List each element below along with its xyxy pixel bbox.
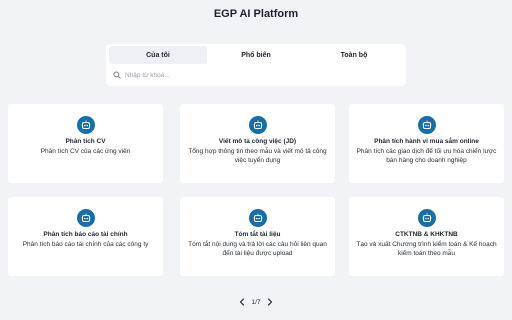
card-title: Tóm tắt tài liệu — [234, 231, 281, 238]
tab-popular[interactable]: Phổ biến — [207, 46, 305, 64]
card-title: Viết mô tả công việc (JD) — [218, 138, 297, 145]
card-financial-report[interactable]: Phân tích báo cáo tài chính Phân tích bá… — [8, 197, 163, 276]
card-cv-analysis[interactable]: Phân tích CV Phân tích CV của các ứng vi… — [8, 104, 163, 183]
prev-page-button[interactable] — [236, 296, 248, 308]
pagination: 1/7 — [0, 296, 512, 308]
card-title: CTKTNB & KHKTNB — [395, 231, 458, 238]
card-title: Phân tích CV — [65, 138, 106, 145]
search-bar — [109, 67, 403, 83]
search-input[interactable] — [125, 71, 395, 79]
robot-icon — [76, 209, 95, 227]
robot-icon — [76, 116, 95, 134]
card-description: Tóm tắt nội dung và trả lời các câu hỏi … — [188, 241, 327, 257]
page-indicator: 1/7 — [251, 298, 261, 306]
card-description: Tổng hợp thông tin theo mẫu và viết mô t… — [188, 148, 327, 164]
card-job-description[interactable]: Viết mô tả công việc (JD) Tổng hợp thông… — [180, 104, 335, 183]
chevron-right-icon — [267, 298, 272, 306]
card-title: Phân tích báo cáo tài chính — [43, 231, 128, 238]
card-description: Phân tích báo cáo tài chính của các công… — [22, 241, 149, 248]
tab-all[interactable]: Toàn bộ — [305, 46, 403, 64]
card-document-summary[interactable]: Tóm tắt tài liệu Tóm tắt nội dung và trả… — [180, 197, 335, 276]
card-shopping-behavior[interactable]: Phân tích hành vi mua sắm online Phân tí… — [349, 104, 504, 183]
tab-mine[interactable]: Của tôi — [109, 46, 207, 64]
card-title: Phân tích hành vi mua sắm online — [374, 138, 479, 145]
search-icon — [113, 71, 121, 79]
robot-icon — [417, 116, 436, 134]
card-audit-program[interactable]: CTKTNB & KHKTNB Tạo và xuất Chương trình… — [349, 197, 504, 276]
robot-icon — [417, 209, 436, 227]
filter-panel: Của tôi Phổ biến Toàn bộ — [106, 44, 406, 86]
card-description: Phân tích CV của các ứng viên — [40, 148, 131, 155]
card-description: Phân tích các giao dịch để tối ưu hóa ch… — [356, 148, 497, 164]
page-title: EGP AI Platform — [213, 8, 299, 20]
robot-icon — [248, 116, 267, 134]
tab-bar: Của tôi Phổ biến Toàn bộ — [109, 46, 403, 64]
robot-icon — [248, 209, 267, 227]
next-page-button[interactable] — [264, 296, 276, 308]
card-description: Tạo và xuất Chương trình kiểm toán & Kế … — [356, 241, 497, 257]
chevron-left-icon — [240, 298, 245, 306]
